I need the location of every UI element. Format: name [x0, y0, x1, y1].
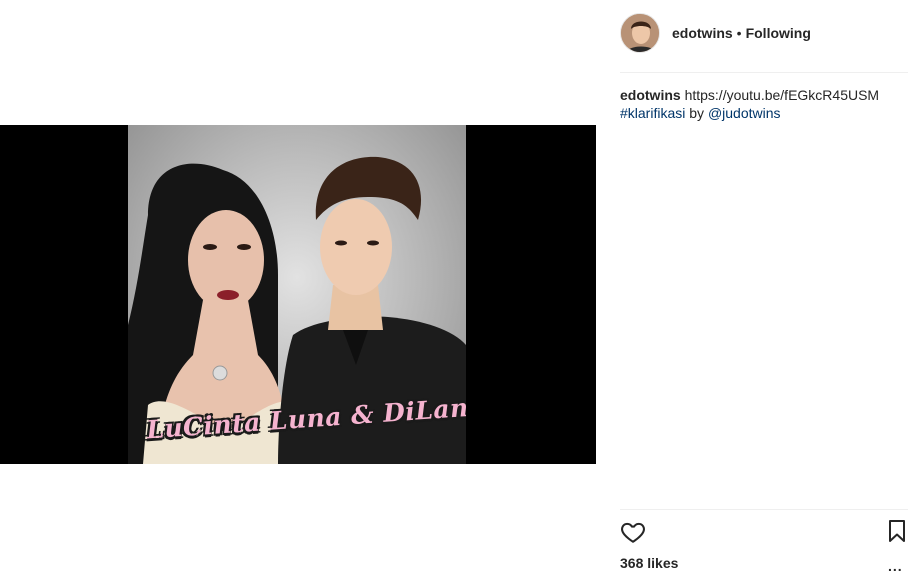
following-button[interactable]: Following: [746, 25, 811, 41]
post-media[interactable]: LuCinta Luna & DiLan?: [0, 125, 596, 464]
header-username-link[interactable]: edotwins: [672, 25, 733, 41]
post-caption: edotwins https://youtu.be/fEGkcR45USM #k…: [620, 86, 910, 122]
post-actions: [620, 519, 910, 545]
post-photo: LuCinta Luna & DiLan?: [128, 125, 466, 464]
actions-divider: [620, 509, 908, 510]
header-divider: [620, 72, 908, 73]
avatar[interactable]: [620, 13, 660, 53]
heart-outline-icon[interactable]: [620, 519, 646, 550]
post-side-panel: edotwins • Following edotwins https://yo…: [596, 0, 915, 582]
post-header: edotwins • Following: [620, 13, 811, 53]
more-dots-icon[interactable]: ...: [888, 558, 903, 574]
bookmark-icon[interactable]: [886, 519, 908, 548]
mention-link[interactable]: @judotwins: [708, 105, 781, 121]
caption-by-text: by: [689, 105, 705, 121]
hashtag-link[interactable]: #klarifikasi: [620, 105, 685, 121]
caption-url-text: https://youtu.be/fEGkcR45USM: [684, 87, 880, 103]
avatar-image: [621, 14, 659, 52]
caption-username-link[interactable]: edotwins: [620, 87, 681, 103]
header-separator: •: [736, 25, 742, 41]
likes-count[interactable]: 368 likes: [620, 555, 678, 571]
